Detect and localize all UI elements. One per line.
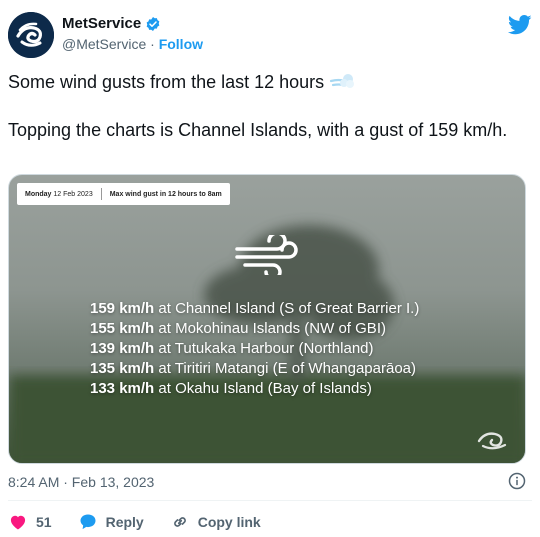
tweet-timestamp[interactable]: 8:24 AM · Feb 13, 2023 xyxy=(8,474,154,490)
gust-location: at Mokohinau Islands (NW of GBI) xyxy=(158,320,386,337)
link-icon xyxy=(173,517,186,527)
display-name[interactable]: MetService xyxy=(62,15,141,32)
gust-row: 139 km/h at Tutukaka Harbour (Northland) xyxy=(90,339,419,359)
tweet-header: MetService @MetService · Follow xyxy=(8,12,532,58)
heart-icon xyxy=(10,515,26,530)
gust-row: 133 km/h at Okahu Island (Bay of Islands… xyxy=(90,379,419,399)
gust-row: 159 km/h at Channel Island (S of Great B… xyxy=(90,299,419,319)
tweet-line-1-text: Some wind gusts from the last 12 hours xyxy=(8,72,325,92)
like-button[interactable]: 51 xyxy=(8,512,52,532)
copy-link-button[interactable]: Copy link xyxy=(170,512,261,532)
gust-value: 155 km/h xyxy=(90,320,155,337)
gust-value: 135 km/h xyxy=(90,360,155,377)
like-count: 51 xyxy=(36,514,52,530)
gust-location: at Channel Island (S of Great Barrier I.… xyxy=(158,300,420,317)
gust-value: 159 km/h xyxy=(90,300,155,317)
tweet-actions: 51 Reply Copy link xyxy=(8,510,287,534)
gust-location: at Okahu Island (Bay of Islands) xyxy=(158,380,372,397)
caption-day: Monday xyxy=(25,190,52,198)
avatar[interactable] xyxy=(8,12,54,58)
tweet-text: Some wind gusts from the last 12 hours T… xyxy=(8,70,528,166)
metservice-watermark-icon xyxy=(477,432,507,450)
caption-date: 12 Feb 2023 xyxy=(53,190,93,198)
caption-day-date: Monday 12 Feb 2023 xyxy=(17,191,101,198)
metservice-logo-icon xyxy=(8,12,54,58)
gust-value: 139 km/h xyxy=(90,340,155,357)
tweet-line-2: Topping the charts is Channel Islands, w… xyxy=(8,120,508,140)
gust-location: at Tutukaka Harbour (Northland) xyxy=(158,340,374,357)
divider xyxy=(8,500,532,501)
reply-label: Reply xyxy=(105,514,144,530)
gust-row: 155 km/h at Mokohinau Islands (NW of GBI… xyxy=(90,319,419,339)
tweet-line-1: Some wind gusts from the last 12 hours xyxy=(8,70,528,94)
reply-button[interactable]: Reply xyxy=(78,512,144,532)
image-caption-bar: Monday 12 Feb 2023 Max wind gust in 12 h… xyxy=(17,183,230,205)
account-info: MetService @MetService · Follow xyxy=(62,15,203,52)
handle[interactable]: @MetService xyxy=(62,36,146,52)
gust-location: at Tiritiri Matangi (E of Whangaparāoa) xyxy=(158,360,417,377)
gust-row: 135 km/h at Tiritiri Matangi (E of Whang… xyxy=(90,359,419,379)
verified-badge-icon xyxy=(146,16,160,31)
copy-link-label: Copy link xyxy=(197,514,261,530)
gust-value: 133 km/h xyxy=(90,380,155,397)
reply-bubble-icon xyxy=(80,514,96,530)
tweet-media-image[interactable]: Monday 12 Feb 2023 Max wind gust in 12 h… xyxy=(8,174,526,464)
twitter-bird-icon[interactable] xyxy=(508,14,532,36)
follow-button[interactable]: Follow xyxy=(159,36,203,52)
info-icon[interactable] xyxy=(508,472,526,490)
wind-gust-list: 159 km/h at Channel Island (S of Great B… xyxy=(90,299,419,399)
wind-icon xyxy=(235,235,298,275)
separator: · xyxy=(150,36,155,52)
caption-description: Max wind gust in 12 hours to 8am xyxy=(109,190,222,198)
dash-symbol-icon xyxy=(330,74,355,88)
